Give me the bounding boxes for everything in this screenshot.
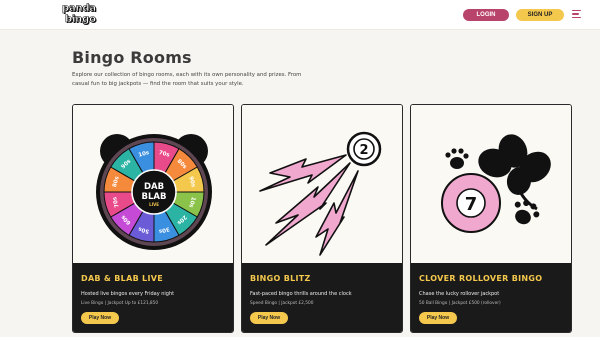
room-title: BINGO BLITZ	[250, 274, 311, 283]
room-description: Chase the lucky rollover jackpot	[419, 291, 500, 297]
room-info-panel: DAB & BLAB LIVE Hosted live bingos every…	[73, 263, 233, 332]
paw-print-icon	[445, 148, 469, 169]
room-card-bingo-blitz[interactable]: 2 BINGO BLITZ Fast-paced bingo thrills a…	[241, 104, 403, 333]
intro-text: Explore our collection of bingo rooms, e…	[72, 72, 302, 87]
room-meta: Live Bingo | Jackpot Up to £121,850	[81, 301, 159, 306]
login-button[interactable]: LOGIN	[463, 9, 509, 21]
clover-rollover-illustration: 7	[411, 105, 571, 263]
room-description: Hosted live bingos every Friday night	[81, 291, 175, 297]
logo-text-top: panda	[62, 3, 97, 15]
signup-button[interactable]: SIGN UP	[516, 9, 564, 21]
room-card-dab-blab-live[interactable]: 70s 80s 90s 10s 20s 30s 50s 60s 70s 80s 90s 10s DAB…	[72, 104, 234, 333]
wheel-label-live: LIVE	[149, 202, 159, 207]
room-info-panel: BINGO BLITZ Fast-paced bingo thrills aro…	[242, 263, 402, 332]
room-info-panel: CLOVER ROLLOVER BINGO Chase the lucky ro…	[411, 263, 571, 332]
room-meta: Speed Bingo | Jackpot £2,500	[250, 301, 314, 306]
ball-number: 2	[359, 143, 368, 158]
room-title: DAB & BLAB LIVE	[81, 274, 163, 283]
paw-print-icon	[514, 200, 540, 225]
room-card-clover-rollover-bingo[interactable]: 7 CLOVER ROLLOVER BINGO Chase the lucky …	[410, 104, 572, 333]
hamburger-menu-icon[interactable]	[572, 10, 581, 19]
play-now-button[interactable]: Play Now	[81, 312, 119, 324]
page-title: Bingo Rooms	[72, 48, 192, 67]
logo-text-bottom: bingo	[65, 14, 97, 26]
room-meta: 50 Ball Bingo | Jackpot £500 (rollover)	[419, 301, 501, 306]
play-now-button[interactable]: Play Now	[419, 312, 457, 324]
top-navigation-bar: panda bingo LOGIN SIGN UP	[0, 0, 600, 30]
dab-blab-wheel-illustration: 70s 80s 90s 10s 20s 30s 50s 60s 70s 80s 90s 10s DAB…	[73, 105, 233, 263]
room-title: CLOVER ROLLOVER BINGO	[419, 274, 543, 283]
wheel-label-blab: BLAB	[142, 192, 167, 202]
panda-bingo-logo[interactable]: panda bingo	[62, 3, 100, 27]
room-description: Fast-paced bingo thrills around the cloc…	[250, 291, 352, 297]
bingo-blitz-illustration: 2	[242, 105, 402, 263]
ball-number: 7	[465, 194, 478, 215]
play-now-button[interactable]: Play Now	[250, 312, 288, 324]
wheel-label-dab: DAB	[144, 182, 164, 192]
